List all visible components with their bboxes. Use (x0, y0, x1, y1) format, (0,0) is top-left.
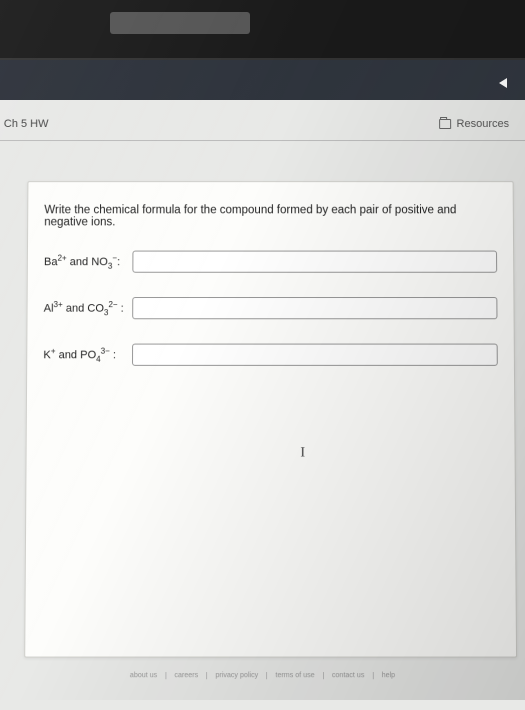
assignment-title: Ch 5 HW (4, 118, 49, 130)
footer-link[interactable]: terms of use (267, 672, 323, 679)
footer-link[interactable]: about us (122, 672, 167, 679)
footer-links: about us careers privacy policy terms of… (0, 672, 525, 679)
footer-link[interactable]: careers (166, 672, 207, 679)
ion-row-3: K+ and PO43− : (43, 344, 497, 366)
ion-pair-label: Al3+ and CO32− : (44, 300, 127, 317)
ion-row-1: Ba2+ and NO3−: (44, 251, 497, 273)
assignment-header: Ch 5 HW Resources (0, 100, 525, 141)
resources-label: Resources (457, 118, 510, 130)
question-card: Write the chemical formula for the compo… (24, 181, 517, 657)
footer-link[interactable]: contact us (324, 672, 374, 679)
ion-row-2: Al3+ and CO32− : (44, 297, 498, 319)
ion-pair-label: K+ and PO43− : (43, 346, 126, 363)
question-prompt: Write the chemical formula for the compo… (44, 204, 497, 228)
browser-tab[interactable] (110, 12, 250, 34)
formula-input-1[interactable] (132, 251, 497, 273)
browser-chrome (0, 0, 525, 60)
footer-link[interactable]: privacy policy (207, 672, 267, 679)
page-content: Ch 5 HW Resources Write the chemical for… (0, 100, 525, 710)
folder-icon (440, 119, 452, 129)
ion-pair-label: Ba2+ and NO3−: (44, 253, 126, 270)
formula-input-2[interactable] (132, 297, 497, 319)
resources-button[interactable]: Resources (431, 114, 517, 134)
back-arrow-icon[interactable] (499, 78, 507, 88)
footer-link[interactable]: help (374, 672, 404, 679)
formula-input-3[interactable] (132, 344, 498, 366)
